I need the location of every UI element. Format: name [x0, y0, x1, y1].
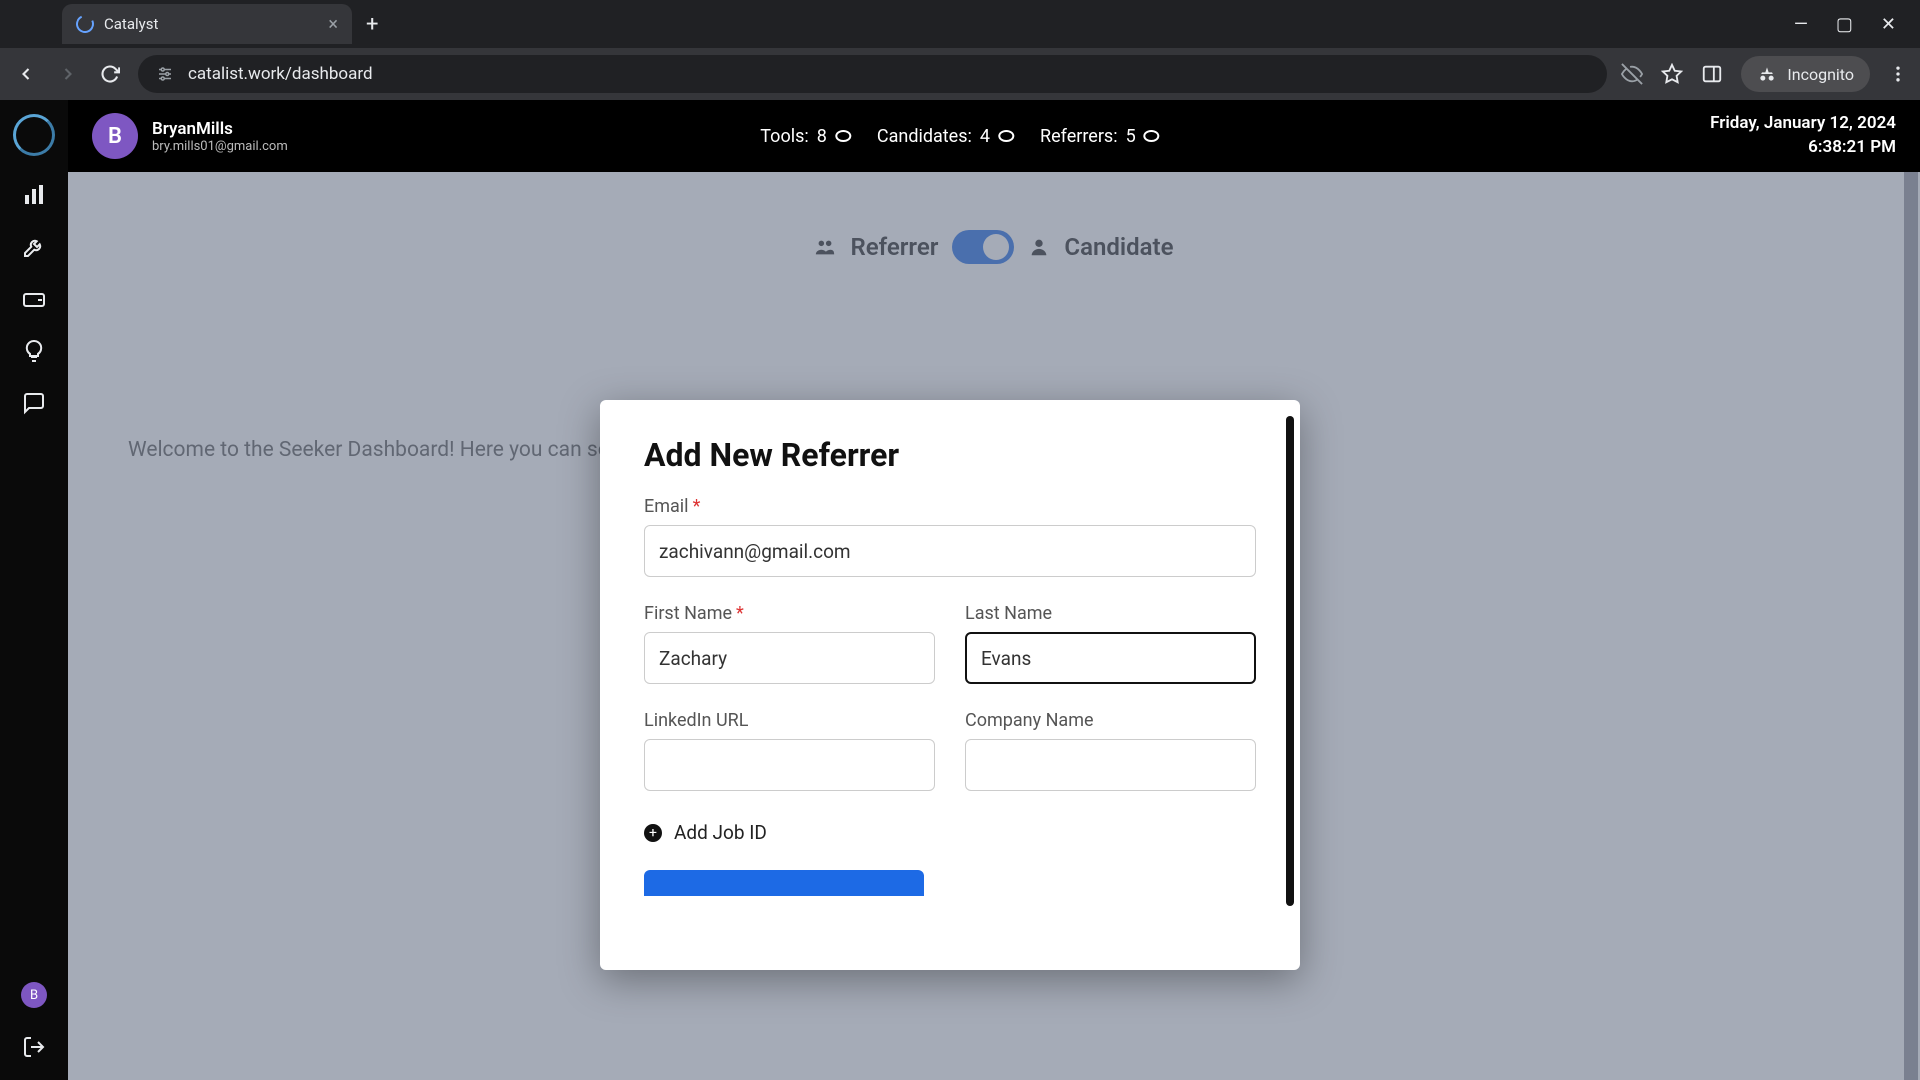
minimize-icon[interactable]: —: [1794, 14, 1808, 35]
user-name: BryanMills: [152, 119, 288, 139]
coin-icon: [998, 130, 1014, 142]
linkedin-label: LinkedIn URL: [644, 710, 935, 731]
url-text: catalist.work/dashboard: [188, 64, 373, 84]
incognito-badge[interactable]: Incognito: [1741, 56, 1870, 92]
tools-icon[interactable]: [21, 234, 47, 260]
last-name-input[interactable]: [965, 632, 1256, 684]
tab-title: Catalyst: [104, 15, 318, 33]
last-name-label: Last Name: [965, 603, 1256, 624]
side-rail: B: [0, 100, 68, 1080]
new-tab-button[interactable]: +: [366, 12, 378, 37]
eye-off-icon[interactable]: [1621, 63, 1643, 85]
window-controls: — ▢ ✕: [1794, 14, 1920, 35]
user-avatar[interactable]: B: [92, 113, 138, 159]
stat-candidates: Candidates: 4: [877, 126, 1014, 147]
logout-icon[interactable]: [21, 1034, 47, 1060]
site-settings-icon[interactable]: [156, 65, 174, 83]
profile-tab-slot: [8, 4, 58, 44]
url-bar[interactable]: catalist.work/dashboard: [138, 55, 1607, 93]
app-logo[interactable]: [13, 114, 55, 156]
add-job-id-button[interactable]: + Add Job ID: [644, 821, 1256, 844]
browser-tab[interactable]: Catalyst ×: [62, 4, 352, 44]
submit-button[interactable]: [644, 870, 924, 896]
plus-icon: +: [644, 824, 662, 842]
modal-scrollbar[interactable]: [1286, 416, 1294, 906]
company-label: Company Name: [965, 710, 1256, 731]
lightbulb-icon[interactable]: [21, 338, 47, 364]
company-input[interactable]: [965, 739, 1256, 791]
incognito-label: Incognito: [1787, 65, 1854, 84]
add-referrer-modal: Add New Referrer Email* First Name* Last…: [600, 400, 1300, 970]
close-tab-icon[interactable]: ×: [328, 14, 338, 35]
email-label: Email*: [644, 496, 1256, 517]
stat-tools: Tools: 8: [760, 126, 851, 147]
rail-user-avatar[interactable]: B: [21, 982, 47, 1008]
email-input[interactable]: [644, 525, 1256, 577]
site-favicon: [73, 12, 96, 35]
incognito-icon: [1757, 64, 1777, 84]
modal-title: Add New Referrer: [644, 436, 1256, 474]
back-button[interactable]: [12, 60, 40, 88]
coin-icon: [1144, 130, 1160, 142]
user-email: bry.mills01@gmail.com: [152, 139, 288, 154]
maximize-icon[interactable]: ▢: [1836, 14, 1853, 35]
reload-button[interactable]: [96, 60, 124, 88]
header-datetime: Friday, January 12, 2024 6:38:21 PM: [1710, 112, 1896, 160]
first-name-label: First Name*: [644, 603, 935, 624]
stat-referrers: Referrers: 5: [1040, 126, 1160, 147]
coin-icon: [835, 130, 851, 142]
dashboard-icon[interactable]: [21, 182, 47, 208]
forward-button[interactable]: [54, 60, 82, 88]
linkedin-input[interactable]: [644, 739, 935, 791]
kebab-menu-icon[interactable]: [1888, 64, 1908, 84]
header-stats: Tools: 8 Candidates: 4 Referrers: 5: [760, 126, 1159, 147]
first-name-input[interactable]: [644, 632, 935, 684]
app-header: B BryanMills bry.mills01@gmail.com Tools…: [68, 100, 1920, 172]
browser-toolbar: catalist.work/dashboard Incognito: [0, 48, 1920, 100]
page-scrollbar[interactable]: [1904, 172, 1918, 1080]
bookmark-icon[interactable]: [1661, 63, 1683, 85]
wallet-icon[interactable]: [21, 286, 47, 312]
close-window-icon[interactable]: ✕: [1881, 14, 1896, 35]
side-panel-icon[interactable]: [1701, 63, 1723, 85]
chat-icon[interactable]: [21, 390, 47, 416]
tab-strip: Catalyst × + — ▢ ✕: [0, 0, 1920, 48]
